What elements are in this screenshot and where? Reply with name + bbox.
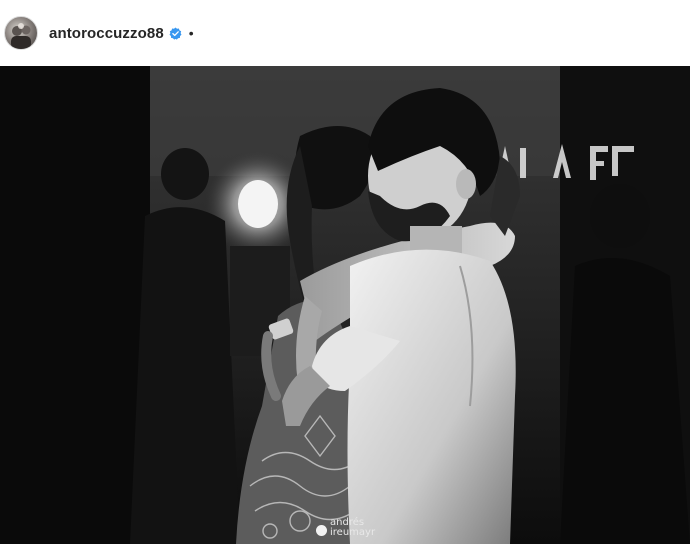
verified-badge-icon (169, 27, 182, 40)
header-separator: • (188, 25, 194, 41)
username-link[interactable]: antoroccuzzo88 (49, 25, 164, 42)
post-header: antoroccuzzo88 • (0, 0, 690, 66)
post-photo[interactable]: andrés ireumayr (0, 66, 690, 544)
watermark-logo-icon (316, 525, 327, 536)
photographer-watermark: andrés ireumayr (316, 518, 375, 538)
avatar[interactable] (4, 16, 38, 50)
photo-scene (0, 66, 690, 544)
watermark-line-2: ireumayr (330, 527, 376, 538)
avatar-photo (11, 23, 31, 49)
